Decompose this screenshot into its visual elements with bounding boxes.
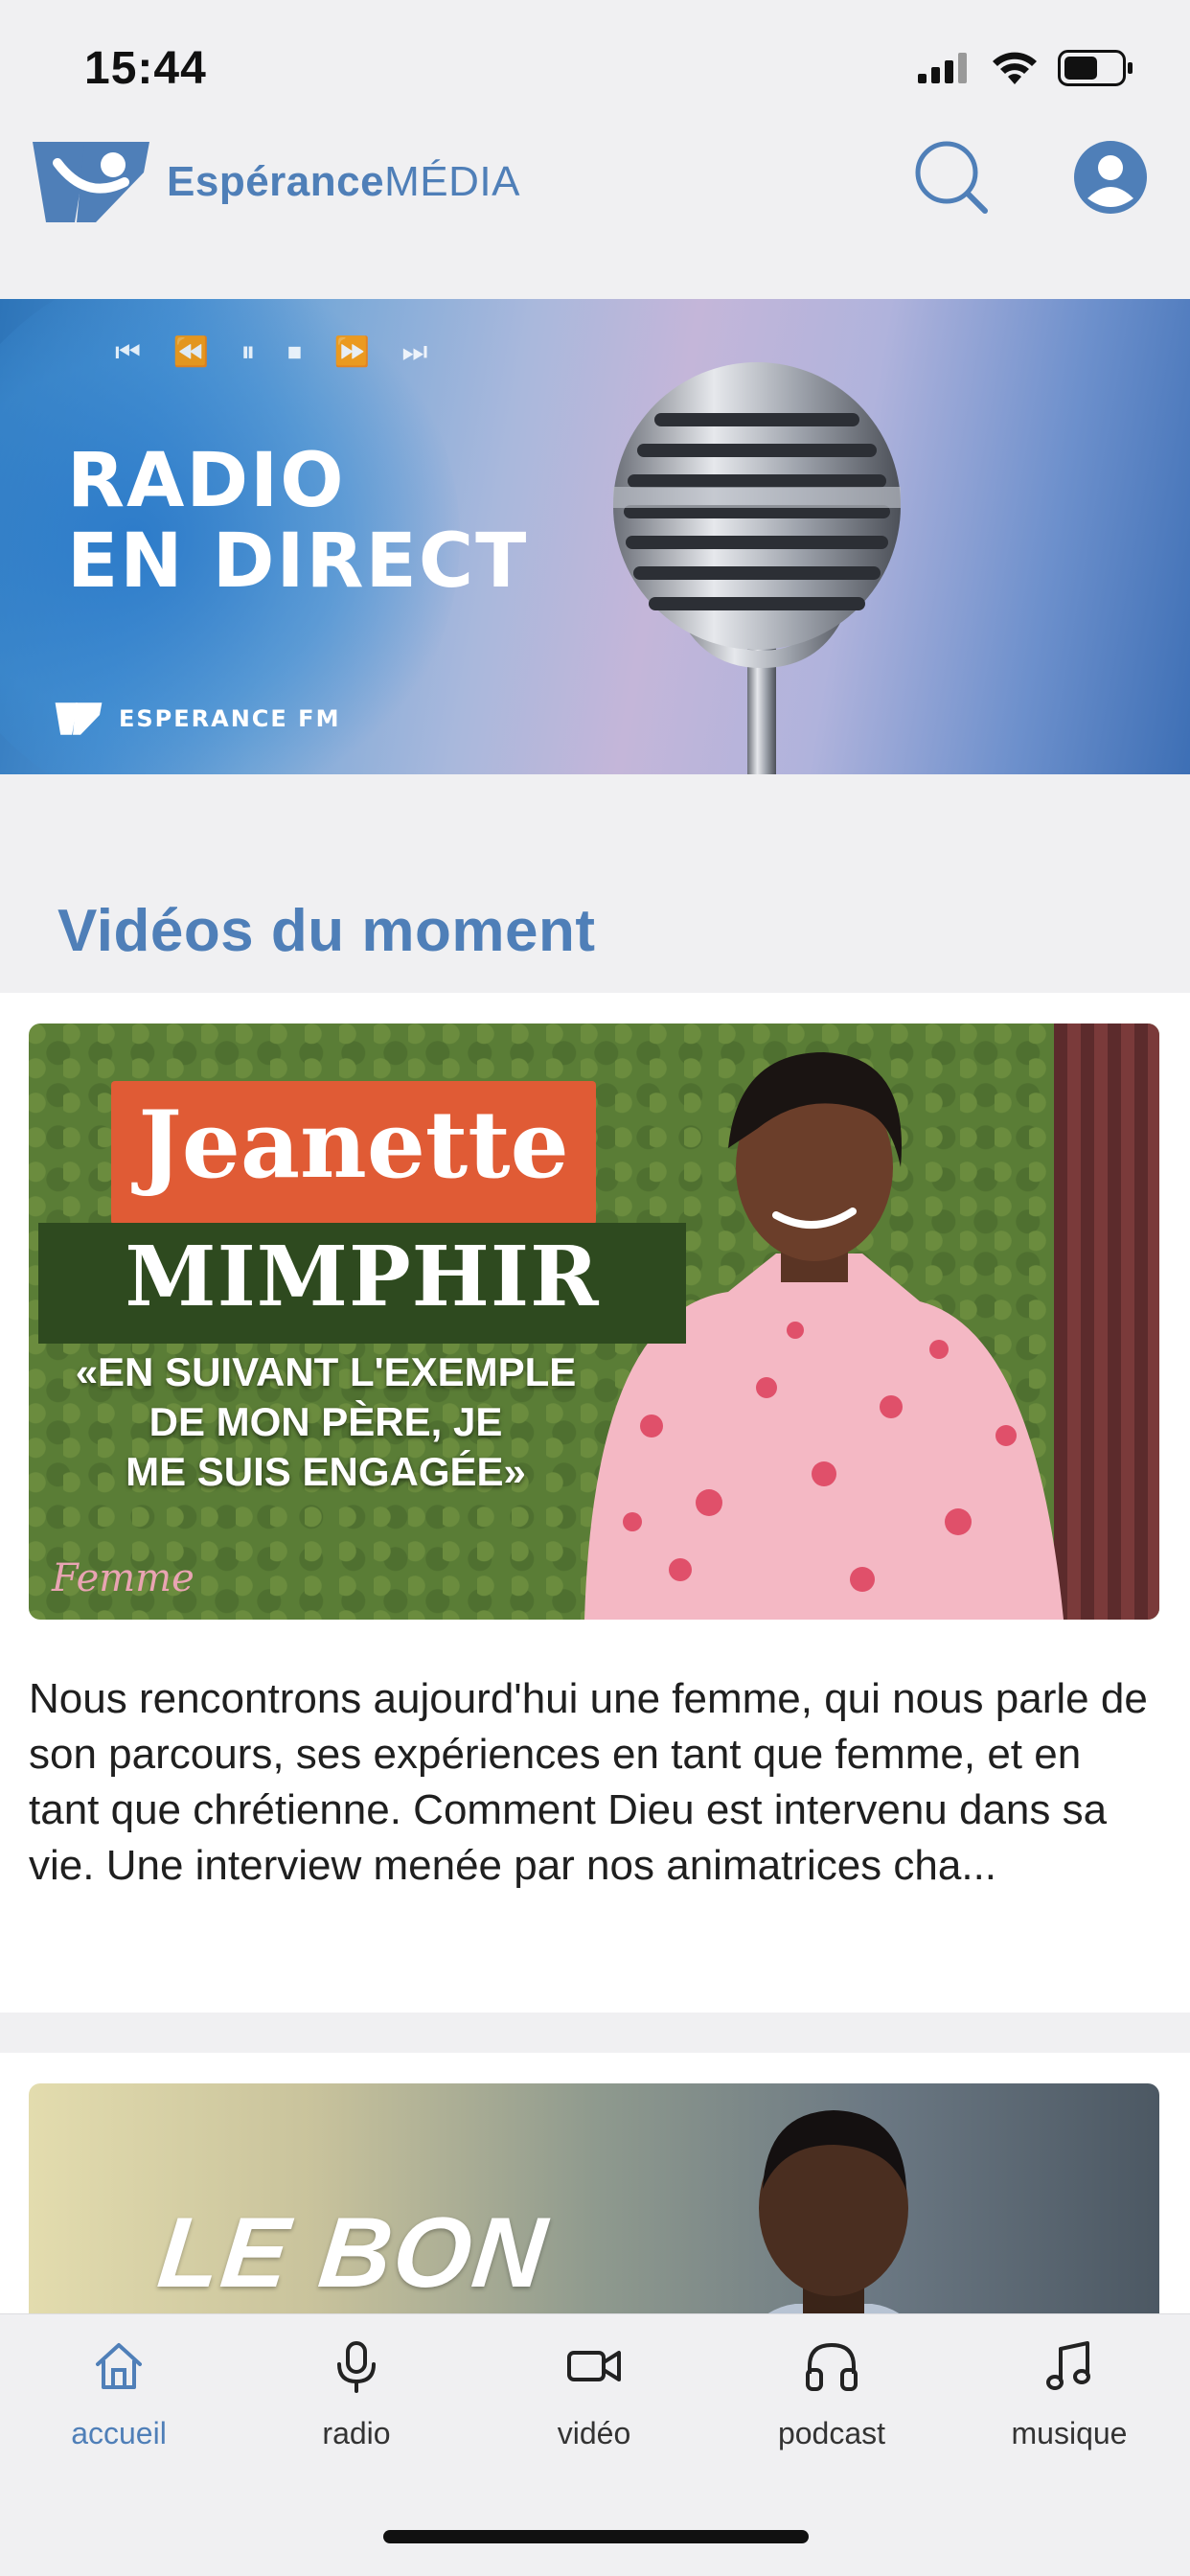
music-note-icon: [1039, 2335, 1100, 2397]
home-icon: [88, 2335, 149, 2397]
status-bar: 15:44: [0, 0, 1190, 125]
tab-label: podcast: [777, 2416, 886, 2450]
video-thumbnail[interactable]: Jeanette MIMPHIR «EN SUIVANT L'EXEMPLE D…: [29, 1024, 1159, 1620]
search-button[interactable]: [912, 138, 991, 217]
video-quote-line3: ME SUIS ENGAGÉE»: [126, 1449, 526, 1494]
section-title: Vidéos du moment: [57, 898, 596, 964]
guest-first-name: Jeanette: [138, 1091, 569, 1199]
video-camera-icon: [563, 2335, 625, 2397]
video-description[interactable]: Nous rencontrons aujourd'hui une femme, …: [29, 1671, 1159, 1894]
tab-radio[interactable]: radio: [238, 2335, 475, 2479]
logo[interactable]: EspéranceMÉDIA: [29, 134, 520, 230]
video-thumbnail-title: LE BON: [152, 2197, 554, 2309]
wifi-icon: [993, 52, 1037, 84]
guest-last-name: MIMPHIR: [125, 1229, 600, 1325]
live-radio-banner[interactable]: ⏮ ⏪ ⏸ ⏹ ⏩ ⏭ RADIO EN DIRECT ESPERANCE FM: [0, 299, 1190, 774]
headphones-icon: [801, 2335, 862, 2397]
account-button[interactable]: [1071, 138, 1150, 217]
thumbnail-curtain: [1054, 1024, 1159, 1620]
tab-accueil[interactable]: accueil: [0, 2335, 238, 2479]
banner-title-line2: EN DIRECT: [67, 518, 529, 605]
tab-label: vidéo: [557, 2416, 631, 2450]
microphone-illustration-icon: [613, 362, 901, 774]
video-quote-line2: DE MON PÈRE, JE: [149, 1399, 503, 1444]
logo-text: EspéranceMÉDIA: [167, 158, 520, 206]
tab-podcast[interactable]: podcast: [713, 2335, 950, 2479]
signal-icon: [918, 53, 967, 83]
esperance-fm-logo-icon: [55, 702, 103, 735]
esperance-logo-icon: [33, 142, 149, 222]
status-time: 15:44: [84, 43, 207, 94]
series-logo: Femme: [52, 1556, 195, 1600]
tab-musique[interactable]: musique: [950, 2335, 1188, 2479]
banner-brand: ESPERANCE FM: [48, 700, 340, 738]
home-indicator[interactable]: [383, 2530, 809, 2543]
account-icon: [1074, 141, 1147, 214]
status-icons: [918, 50, 1134, 86]
banner-brand-label: ESPERANCE FM: [119, 705, 341, 732]
tab-label: musique: [1011, 2416, 1128, 2450]
microphone-icon: [326, 2335, 387, 2397]
video-quote-line1: «EN SUIVANT L'EXEMPLE: [75, 1349, 577, 1394]
video-quote: «EN SUIVANT L'EXEMPLE DE MON PÈRE, JE ME…: [57, 1347, 594, 1497]
battery-icon: [1058, 50, 1133, 86]
search-icon: [915, 141, 988, 214]
tab-label: accueil: [71, 2416, 167, 2450]
app-header: EspéranceMÉDIA: [0, 125, 1190, 297]
tab-label: radio: [322, 2416, 391, 2450]
video-card[interactable]: Jeanette MIMPHIR «EN SUIVANT L'EXEMPLE D…: [0, 993, 1190, 2012]
logo-text-light: MÉDIA: [384, 158, 520, 205]
banner-title-line1: RADIO: [67, 438, 346, 524]
tab-video[interactable]: vidéo: [475, 2335, 713, 2479]
logo-text-bold: Espérance: [167, 158, 385, 205]
player-controls-graphic: ⏮ ⏪ ⏸ ⏹ ⏩ ⏭: [115, 335, 440, 369]
banner-title: RADIO EN DIRECT: [67, 441, 528, 602]
